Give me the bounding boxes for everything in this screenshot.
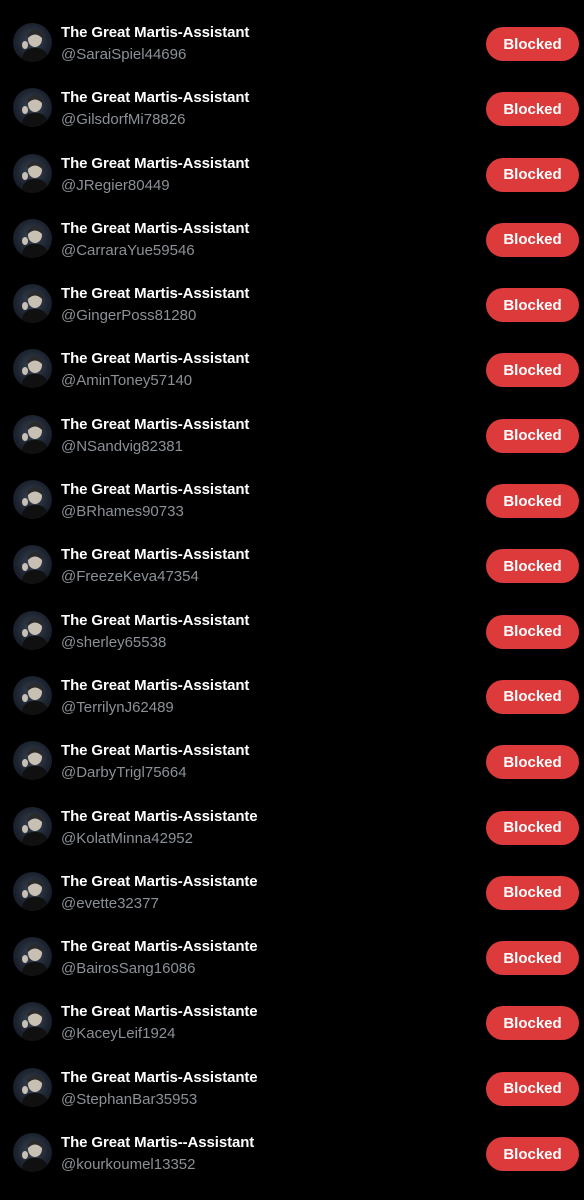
blocked-button[interactable]: Blocked [486,353,579,388]
display-name[interactable]: The Great Martis--Assistant [61,1134,254,1151]
user-handle: @NSandvig82381 [61,437,183,455]
avatar[interactable] [13,610,52,650]
user-handle: @SaraiSpiel44696 [61,46,187,63]
user-handle: @StephanBar35953 [61,1090,198,1108]
display-name[interactable]: The Great Martis-Assistant [61,89,249,106]
blocked-button[interactable]: Blocked [486,157,579,192]
avatar[interactable] [13,1002,52,1042]
list-item[interactable]: The Great Martis-Assistant @NSandvig8238… [0,412,584,477]
list-item[interactable]: The Great Martis-Assistante @KolatMinna4… [0,804,584,869]
avatar[interactable] [13,1133,52,1173]
display-name[interactable]: The Great Martis-Assistant [61,677,249,694]
list-item[interactable]: The Great Martis-Assistant @CarraraYue59… [0,216,584,281]
avatar[interactable] [13,545,52,585]
blocked-button[interactable]: Blocked [486,222,579,257]
display-name[interactable]: The Great Martis-Assistant [61,742,249,759]
display-name[interactable]: The Great Martis-Assistant [61,546,249,563]
user-handle: @KaceyLeif1924 [61,1025,176,1043]
display-name[interactable]: The Great Martis-Assistant [61,481,249,498]
blocked-button[interactable]: Blocked [486,679,579,714]
list-item[interactable]: The Great Martis-Assistant @TerrilynJ624… [0,673,584,738]
blocked-button[interactable]: Blocked [486,484,579,519]
blocked-button[interactable]: Blocked [486,27,579,61]
display-name[interactable]: The Great Martis-Assistante [61,808,258,825]
list-item[interactable]: The Great Martis-Assistant @FreezeKeva47… [0,542,584,607]
user-handle: @kourkoumel13352 [61,1156,196,1174]
blocked-button[interactable]: Blocked [486,1006,579,1041]
avatar[interactable] [13,218,52,258]
display-name[interactable]: The Great Martis-Assistant [61,416,249,433]
blocked-button[interactable]: Blocked [486,810,579,845]
avatar[interactable] [13,937,52,977]
blocked-button[interactable]: Blocked [486,418,579,453]
blocked-button[interactable]: Blocked [486,614,579,649]
display-name[interactable]: The Great Martis-Assistant [61,350,249,367]
blocked-button[interactable]: Blocked [486,1137,579,1172]
user-handle: @GilsdorfMi78826 [61,111,186,129]
user-handle: @BairosSang16086 [61,960,196,978]
blocked-button[interactable]: Blocked [486,92,579,127]
avatar[interactable] [13,741,52,781]
list-item[interactable]: The Great Martis-Assistant @BRhames90733… [0,477,584,542]
display-name[interactable]: The Great Martis-Assistant [61,285,249,302]
avatar[interactable] [13,88,52,128]
avatar[interactable] [13,414,52,454]
avatar[interactable] [13,349,52,389]
blocked-button[interactable]: Blocked [486,941,579,976]
avatar[interactable] [13,153,52,193]
avatar[interactable] [13,1067,52,1107]
avatar[interactable] [13,675,52,715]
display-name[interactable]: The Great Martis-Assistant [61,24,249,41]
display-name[interactable]: The Great Martis-Assistant [61,612,249,629]
user-handle: @FreezeKeva47354 [61,568,199,586]
user-handle: @TerrilynJ62489 [61,698,174,716]
avatar[interactable] [13,284,52,324]
user-handle: @evette32377 [61,894,159,912]
user-handle: @sherley65538 [61,633,167,651]
display-name[interactable]: The Great Martis-Assistante [61,1069,258,1086]
blocked-button[interactable]: Blocked [486,1071,579,1106]
display-name[interactable]: The Great Martis-Assistant [61,155,249,172]
avatar[interactable] [13,806,52,846]
blocked-accounts-list: The Great Martis-Assistant @SaraiSpiel44… [0,0,584,1200]
user-handle: @DarbyTrigl75664 [61,764,187,782]
avatar[interactable] [13,480,52,520]
user-handle: @JRegier80449 [61,176,170,194]
display-name[interactable]: The Great Martis-Assistante [61,1003,258,1020]
list-item[interactable]: The Great Martis-Assistante @StephanBar3… [0,1065,584,1130]
list-item[interactable]: The Great Martis-Assistant @GingerPoss81… [0,281,584,346]
user-handle: @GingerPoss81280 [61,307,197,325]
avatar[interactable] [13,871,52,911]
list-item[interactable]: The Great Martis-Assistant @AminToney571… [0,346,584,411]
list-item[interactable]: The Great Martis-Assistante @KaceyLeif19… [0,999,584,1064]
blocked-button[interactable]: Blocked [486,288,579,323]
blocked-button[interactable]: Blocked [486,875,579,910]
display-name[interactable]: The Great Martis-Assistant [61,220,249,237]
avatar[interactable] [13,23,52,62]
display-name[interactable]: The Great Martis-Assistante [61,873,258,890]
list-item[interactable]: The Great Martis--Assistant @kourkoumel1… [0,1130,584,1195]
list-item[interactable]: The Great Martis-Assistant @JRegier80449… [0,151,584,216]
list-item[interactable]: The Great Martis-Assistant @SaraiSpiel44… [0,20,584,85]
list-item[interactable]: The Great Martis-Assistant @GilsdorfMi78… [0,85,584,150]
list-item[interactable]: The Great Martis-Assistant @DarbyTrigl75… [0,738,584,803]
list-item[interactable]: The Great Martis-Assistant @sherley65538… [0,608,584,673]
list-item[interactable]: The Great Martis-Assistante @evette32377… [0,869,584,934]
list-item[interactable]: The Great Martis-Assistante @BairosSang1… [0,934,584,999]
user-handle: @AminToney57140 [61,372,193,390]
display-name[interactable]: The Great Martis-Assistante [61,938,258,955]
user-handle: @BRhames90733 [61,503,184,521]
blocked-button[interactable]: Blocked [486,745,579,780]
user-handle: @CarraraYue59546 [61,241,195,259]
user-handle: @KolatMinna42952 [61,829,193,847]
blocked-button[interactable]: Blocked [486,549,579,584]
